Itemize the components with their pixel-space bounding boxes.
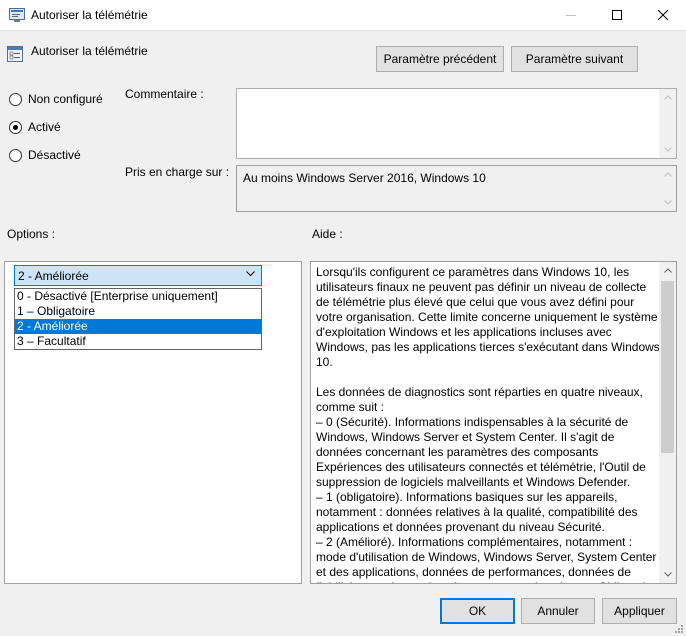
- dropdown-option-2[interactable]: 2 - Améliorée: [15, 319, 261, 334]
- help-line: – 0 (Sécurité). Informations indispensab…: [316, 415, 646, 489]
- chevron-down-icon: [246, 271, 255, 277]
- minimize-icon: [566, 15, 576, 16]
- supported-on-field: Au moins Windows Server 2016, Windows 10: [236, 165, 677, 212]
- help-panel: Lorsqu'ils configurent ce paramètres dan…: [310, 261, 677, 584]
- policy-setting-icon: [7, 46, 23, 62]
- scroll-up-arrow[interactable]: [659, 89, 676, 106]
- dropdown-option-3[interactable]: 3 – Facultatif: [15, 334, 261, 349]
- cancel-button[interactable]: Annuler: [521, 598, 595, 624]
- comment-scrollbar[interactable]: [659, 89, 676, 158]
- resize-grip-icon[interactable]: [674, 624, 684, 634]
- chevron-up-icon: [663, 172, 672, 177]
- scroll-up-arrow[interactable]: [659, 262, 676, 279]
- help-section-label: Aide :: [312, 227, 343, 241]
- chevron-down-icon: [663, 200, 672, 205]
- radio-circle: [9, 92, 22, 106]
- close-button[interactable]: [640, 0, 686, 30]
- help-scrollbar[interactable]: [659, 262, 676, 583]
- radio-disabled[interactable]: Désactivé: [9, 148, 81, 162]
- scroll-down-arrow[interactable]: [659, 194, 676, 211]
- chevron-up-icon: [663, 95, 672, 100]
- supported-scrollbar[interactable]: [659, 166, 676, 211]
- dropdown-option-0[interactable]: 0 - Désactivé [Enterprise uniquement]: [15, 289, 261, 304]
- help-text: Lorsqu'ils configurent ce paramètres dan…: [316, 265, 662, 583]
- radio-label: Activé: [28, 120, 61, 134]
- dropdown-option-1[interactable]: 1 – Obligatoire: [15, 304, 261, 319]
- supported-on-label: Pris en charge sur :: [125, 165, 230, 179]
- apply-button[interactable]: Appliquer: [602, 598, 677, 624]
- maximize-button[interactable]: [594, 0, 640, 30]
- maximize-icon: [612, 10, 622, 20]
- policy-window-icon: [9, 8, 25, 22]
- next-setting-button[interactable]: Paramètre suivant: [511, 46, 638, 72]
- scroll-down-arrow[interactable]: [659, 566, 676, 583]
- radio-label: Désactivé: [28, 148, 81, 162]
- help-line: Les données de diagnostics sont répartie…: [316, 385, 643, 414]
- close-icon: [658, 10, 668, 20]
- chevron-down-icon: [663, 147, 672, 152]
- window-title: Autoriser la télémétrie: [31, 8, 148, 22]
- supported-on-value: Au moins Windows Server 2016, Windows 10: [243, 171, 486, 185]
- radio-enabled[interactable]: Activé: [9, 120, 61, 134]
- options-section-label: Options :: [7, 227, 56, 241]
- help-paragraph: Lorsqu'ils configurent ce paramètres dan…: [316, 265, 660, 369]
- help-line: – 2 (Amélioré). Informations complémenta…: [316, 535, 657, 583]
- select-value: 2 - Améliorée: [18, 269, 89, 283]
- telemetry-level-select[interactable]: 2 - Améliorée: [14, 265, 262, 286]
- previous-setting-button[interactable]: Paramètre précédent: [376, 46, 504, 72]
- scroll-up-arrow[interactable]: [659, 166, 676, 183]
- title-bar: Autoriser la télémétrie: [0, 0, 686, 31]
- chevron-up-icon: [663, 268, 672, 273]
- comment-label: Commentaire :: [125, 87, 204, 101]
- scroll-down-arrow[interactable]: [659, 141, 676, 158]
- telemetry-level-dropdown: 0 - Désactivé [Enterprise uniquement] 1 …: [14, 288, 262, 350]
- minimize-button[interactable]: [548, 0, 594, 30]
- comment-textarea[interactable]: [236, 88, 677, 159]
- help-line: – 1 (obligatoire). Informations basiques…: [316, 490, 638, 534]
- radio-circle: [9, 148, 22, 162]
- ok-button[interactable]: OK: [440, 598, 515, 624]
- policy-name: Autoriser la télémétrie: [31, 44, 148, 58]
- radio-not-configured[interactable]: Non configuré: [9, 92, 103, 106]
- radio-circle-checked: [9, 120, 22, 134]
- chevron-down-icon: [663, 572, 672, 577]
- scrollbar-thumb[interactable]: [661, 281, 674, 453]
- radio-label: Non configuré: [28, 92, 103, 106]
